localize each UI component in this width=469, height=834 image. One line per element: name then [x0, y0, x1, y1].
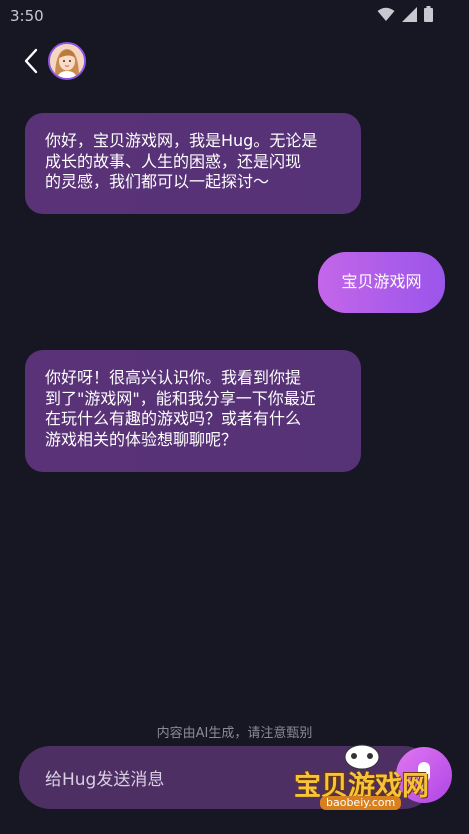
signal-icon [402, 6, 417, 22]
ai-disclaimer: 内容由AI生成，请注意甄别 [156, 726, 313, 741]
message-input[interactable]: 给Hug发送消息 [19, 746, 435, 809]
status-time: 3:50 [10, 7, 44, 25]
microphone-icon [418, 762, 430, 788]
user-message-bubble: 宝贝游戏网 [318, 252, 445, 313]
battery-icon [424, 6, 433, 22]
wifi-icon [377, 7, 395, 21]
chat-header [0, 38, 469, 84]
status-icons [377, 6, 433, 22]
status-bar: 3:50 [0, 0, 469, 32]
message-input-placeholder: 给Hug发送消息 [45, 770, 165, 790]
avatar[interactable] [48, 42, 86, 80]
girl-avatar-icon [50, 44, 84, 78]
ai-message-bubble: 你好，宝贝游戏网，我是Hug。无论是 成长的故事、人生的困惑，还是闪现 的灵感，… [25, 113, 361, 214]
ai-message-bubble: 你好呀！很高兴认识你。我看到你提 到了"游戏网"，能和我分享一下你最近 在玩什么… [25, 350, 361, 472]
back-button[interactable] [18, 44, 48, 78]
voice-input-button[interactable] [396, 747, 452, 803]
chevron-left-icon [24, 48, 38, 74]
